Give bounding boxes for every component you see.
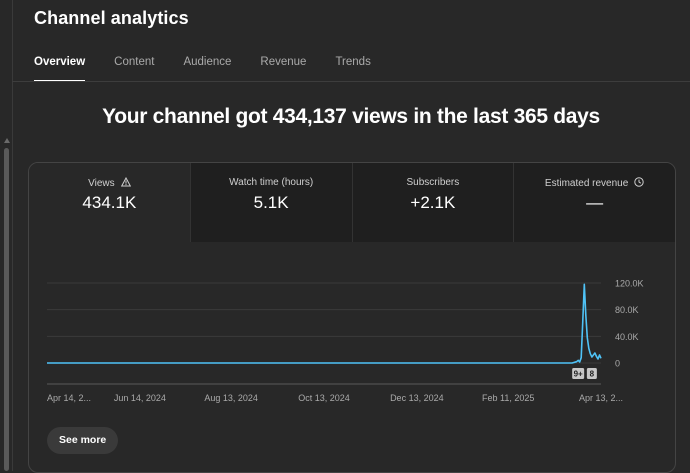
page-title: Channel analytics: [34, 8, 189, 28]
views-line-chart: 120.0K 80.0K 40.0K 0 Apr 14, 2... Jun 14, 202…: [47, 279, 644, 403]
metric-tabs: Views 434.1K Watch time (hours) 5.1K Sub…: [29, 163, 675, 242]
metric-subscribers[interactable]: Subscribers +2.1K: [351, 163, 514, 242]
x-tick-label: Aug 13, 2024: [204, 393, 258, 403]
tab-audience[interactable]: Audience: [183, 56, 231, 82]
x-tick-label: Apr 14, 2...: [47, 393, 91, 403]
metric-label: Watch time (hours): [229, 177, 314, 188]
tab-trends[interactable]: Trends: [335, 56, 370, 82]
y-tick-label: 0: [615, 359, 620, 369]
y-tick-label: 40.0K: [615, 332, 639, 342]
chart-marker-label: 9+: [574, 370, 583, 379]
views-series-line: [47, 283, 602, 364]
metric-estimated-revenue[interactable]: Estimated revenue —: [513, 163, 675, 242]
warning-icon: [120, 176, 131, 190]
tab-content[interactable]: Content: [114, 56, 154, 82]
x-tick-label: Dec 13, 2024: [390, 393, 444, 403]
clock-icon: [634, 177, 645, 190]
analytics-card: Views 434.1K Watch time (hours) 5.1K Sub…: [28, 162, 676, 473]
y-tick-label: 120.0K: [615, 279, 644, 289]
tab-revenue[interactable]: Revenue: [260, 56, 306, 82]
metric-watch-time[interactable]: Watch time (hours) 5.1K: [189, 163, 352, 242]
scroll-up-arrow-icon[interactable]: [4, 138, 10, 143]
x-tick-label: Jun 14, 2024: [114, 393, 166, 403]
tabs-divider: [12, 81, 690, 82]
summary-headline: Your channel got 434,137 views in the la…: [102, 105, 600, 128]
x-tick-label: Apr 13, 2...: [579, 393, 623, 403]
x-tick-label: Feb 11, 2025: [482, 393, 534, 403]
y-tick-label: 80.0K: [615, 305, 639, 315]
metric-value: +2.1K: [410, 193, 456, 212]
tab-overview[interactable]: Overview: [34, 56, 86, 82]
metric-label: Views: [88, 178, 115, 189]
left-rail: [0, 0, 13, 471]
scrollbar[interactable]: [4, 148, 9, 471]
x-tick-label: Oct 13, 2024: [298, 393, 350, 403]
metric-label: Estimated revenue: [544, 178, 629, 189]
tab-bar: Overview Content Audience Revenue Trends: [34, 56, 400, 82]
metric-label: Subscribers: [406, 177, 460, 188]
metric-value: 434.1K: [82, 193, 137, 212]
see-more-button[interactable]: See more: [47, 427, 119, 454]
chart-marker-label: 8: [590, 370, 595, 379]
metric-views[interactable]: Views 434.1K: [29, 163, 190, 242]
metric-value: 5.1K: [253, 193, 289, 212]
metric-value: —: [586, 193, 604, 212]
